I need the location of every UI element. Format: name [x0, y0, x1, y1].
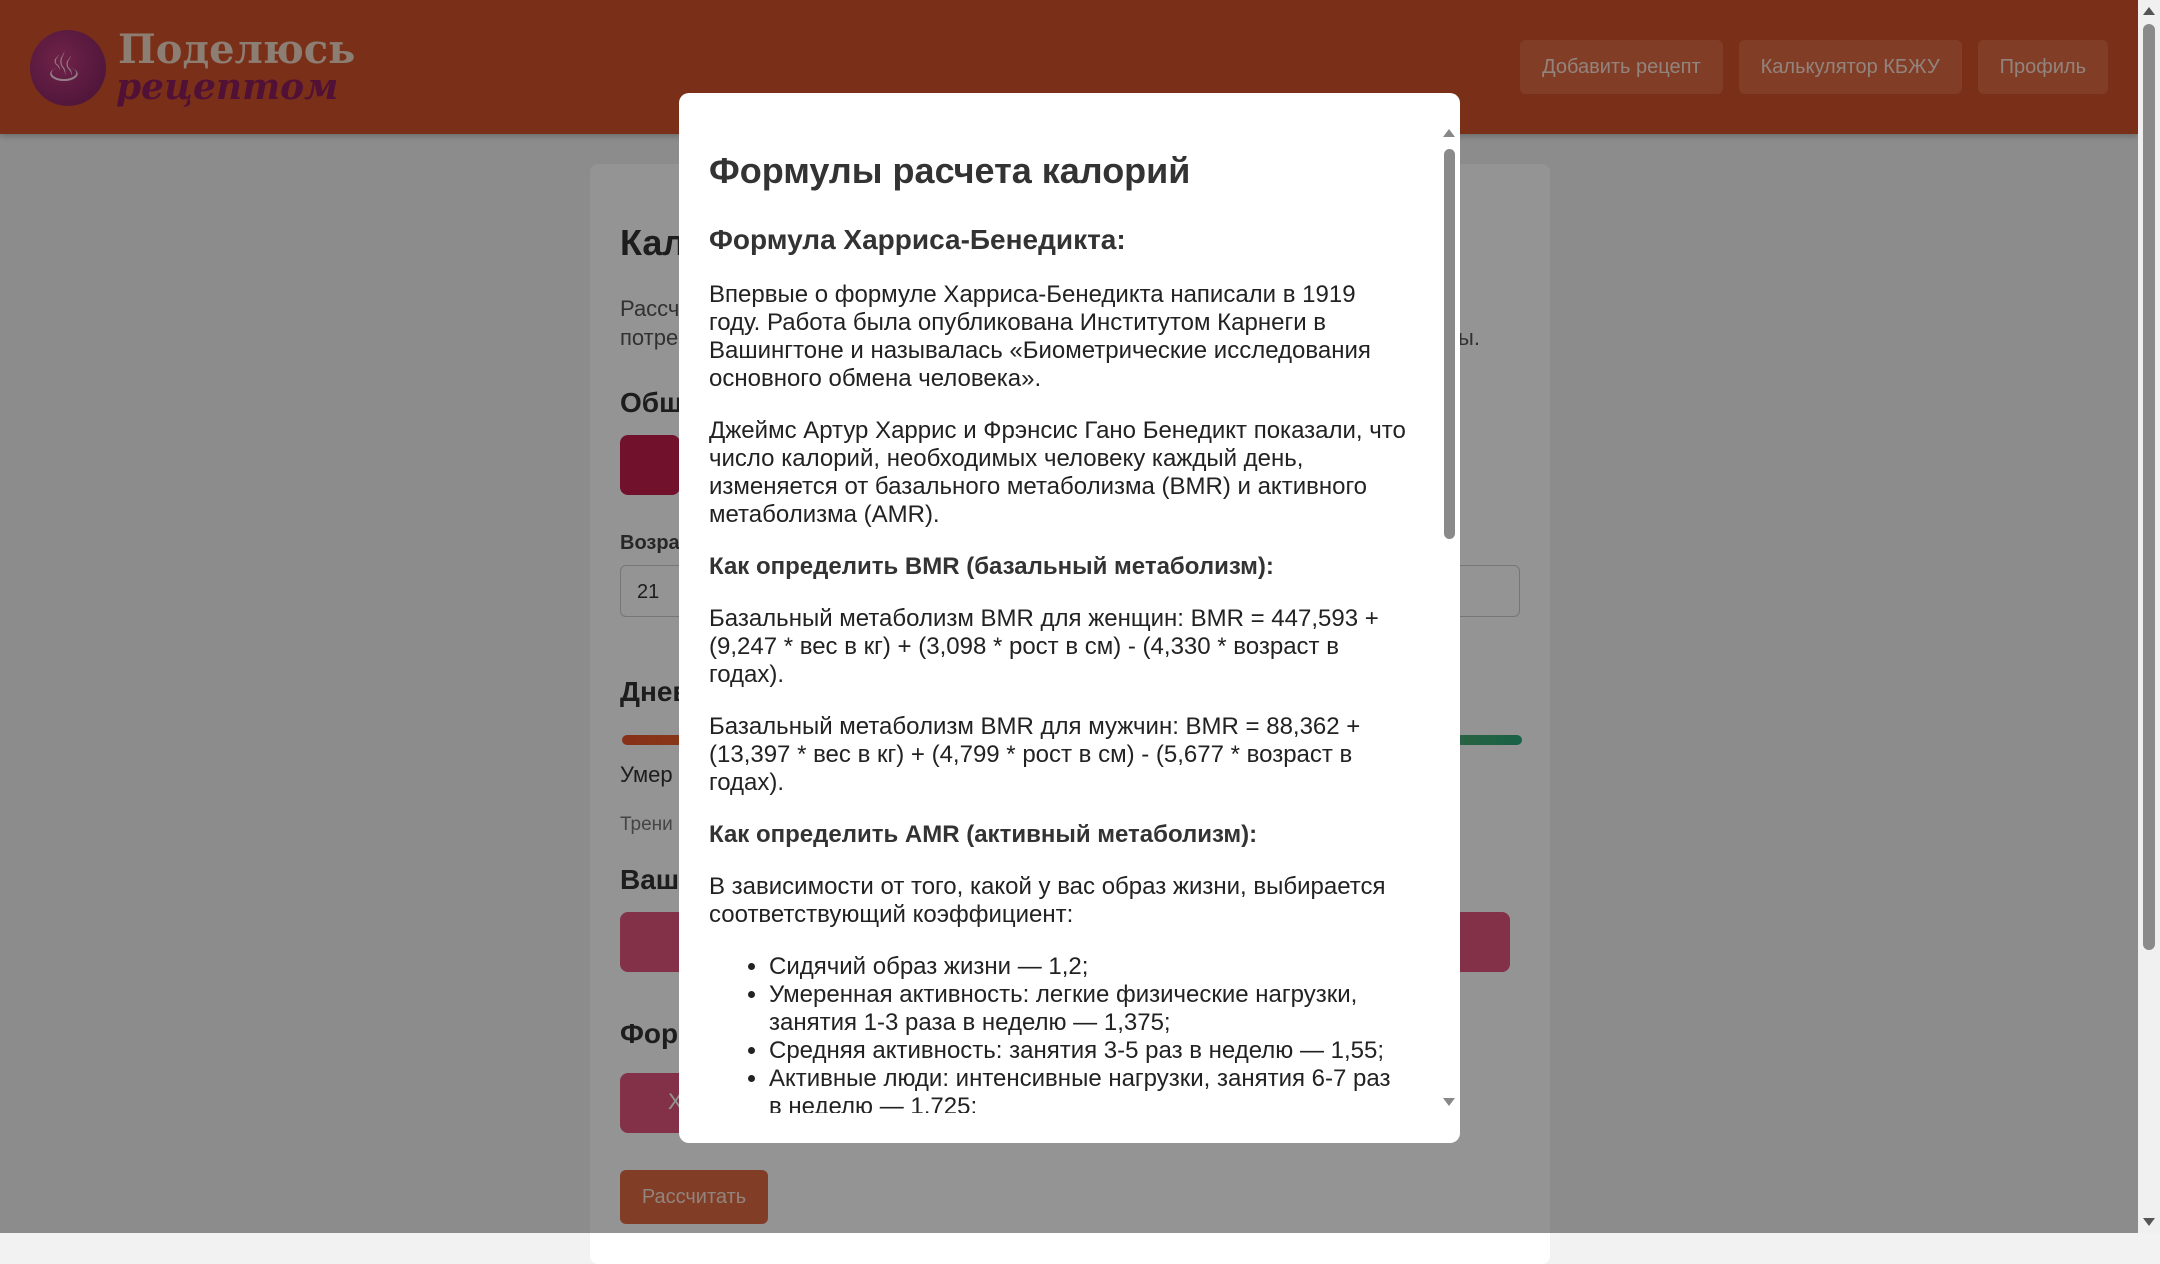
history-paragraph: Впервые о формуле Харриса-Бенедикта напи…: [709, 281, 1371, 392]
scroll-up-arrow-icon[interactable]: [1443, 129, 1455, 137]
modal-scrollbar[interactable]: [1438, 93, 1460, 1143]
amr-heading: Как определить AMR (активный метаболизм)…: [709, 821, 1258, 848]
list-item: Умеренная активность: легкие физические …: [769, 981, 1409, 1037]
list-item: Средняя активность: занятия 3-5 раз в не…: [769, 1037, 1409, 1065]
bmr-women-formula: Базальный метаболизм BMR для женщин: BMR…: [709, 605, 1379, 688]
page-scroll-down-icon[interactable]: [2143, 1218, 2155, 1226]
bmr-men-formula: Базальный метаболизм BMR для мужчин: BMR…: [709, 713, 1361, 796]
harris-benedict-heading: Формула Харриса-Бенедикта:: [709, 224, 1126, 255]
metabolism-paragraph: Джеймс Артур Харрис и Фрэнсис Гано Бенед…: [709, 417, 1406, 528]
scroll-down-arrow-icon[interactable]: [1443, 1098, 1455, 1106]
page-scroll-thumb[interactable]: [2143, 24, 2155, 950]
page-scroll-up-icon[interactable]: [2143, 7, 2155, 15]
modal-content[interactable]: Формулы расчета калорий Формула Харриса-…: [709, 93, 1409, 1113]
modal-scroll-thumb[interactable]: [1444, 149, 1455, 539]
page-scrollbar[interactable]: [2138, 0, 2160, 1233]
list-item: Активные люди: интенсивные нагрузки, зан…: [769, 1065, 1409, 1113]
bmr-heading: Как определить BMR (базальный метаболизм…: [709, 553, 1274, 580]
amr-intro: В зависимости от того, какой у вас образ…: [709, 873, 1386, 928]
modal-title: Формулы расчета калорий: [709, 150, 1191, 191]
formulas-modal: Формулы расчета калорий Формула Харриса-…: [679, 93, 1460, 1143]
list-item: Сидячий образ жизни — 1,2;: [769, 953, 1409, 981]
activity-coefficient-list: Сидячий образ жизни — 1,2; Умеренная акт…: [709, 953, 1409, 1113]
